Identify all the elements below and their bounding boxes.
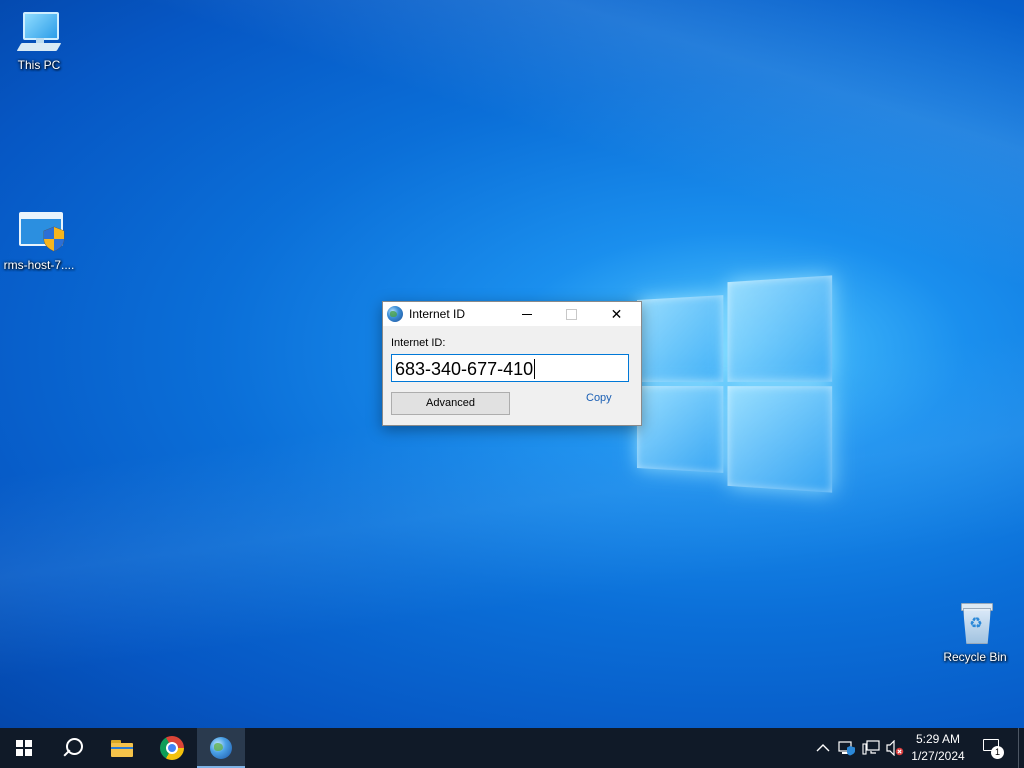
taskbar-clock[interactable]: 5:29 AM 1/27/2024 [906, 731, 970, 765]
desktop-icon-recycle-bin[interactable]: ♻ Recycle Bin [937, 600, 1013, 664]
chrome-icon [160, 736, 184, 760]
internet-id-value: 683-340-677-410 [395, 359, 534, 379]
text-caret [534, 359, 536, 379]
desktop-icon-this-pc[interactable]: This PC [1, 8, 77, 72]
this-pc-icon [15, 8, 63, 56]
globe-icon [387, 306, 403, 322]
logo-pane [637, 386, 724, 473]
network-icon [862, 740, 880, 755]
recycle-bin-icon: ♻ [951, 600, 999, 648]
wallpaper-windows-logo [637, 275, 833, 493]
notification-center-button[interactable]: 1 [982, 738, 1004, 759]
search-icon [61, 737, 83, 759]
chevron-up-icon [816, 744, 830, 752]
copy-link[interactable]: Copy [586, 392, 612, 404]
internet-id-label: Internet ID: [391, 337, 446, 349]
advanced-button[interactable]: Advanced [391, 392, 510, 415]
tray-network-shield[interactable] [838, 728, 856, 768]
network-shield-icon [838, 741, 855, 756]
logo-pane [637, 295, 724, 382]
taskbar-chrome[interactable] [148, 728, 196, 768]
tray-network[interactable] [862, 728, 880, 768]
globe-icon [210, 737, 232, 759]
start-button[interactable] [0, 728, 48, 768]
taskbar: 5:29 AM 1/27/2024 1 [0, 728, 1024, 768]
dialog-titlebar[interactable]: Internet ID ✕ [383, 302, 641, 326]
notification-count-badge: 1 [991, 746, 1004, 759]
volume-muted-icon [886, 740, 904, 756]
dialog-title: Internet ID [409, 307, 466, 321]
clock-time: 5:29 AM [915, 732, 961, 746]
search-button[interactable] [48, 728, 96, 768]
tray-overflow-button[interactable] [816, 728, 830, 768]
internet-id-field[interactable]: 683-340-677-410 [391, 354, 629, 382]
close-button[interactable]: ✕ [594, 302, 639, 326]
desktop-icon-label: rms-host-7.... [3, 258, 75, 272]
taskbar-file-explorer[interactable] [98, 728, 146, 768]
logo-pane [727, 386, 833, 493]
close-icon: ✕ [610, 305, 623, 322]
minimize-button[interactable] [504, 302, 549, 326]
internet-id-dialog: Internet ID ✕ Internet ID: 683-340-677-4… [382, 301, 642, 426]
wallpaper-light-beam [0, 0, 1024, 294]
maximize-icon [566, 308, 577, 320]
desktop-icon-label: This PC [17, 58, 61, 72]
windows-start-icon [16, 740, 32, 756]
tray-volume[interactable] [886, 728, 904, 768]
maximize-button [549, 302, 594, 326]
folder-icon [111, 739, 133, 757]
taskbar-internet-id-app[interactable] [197, 728, 245, 768]
desktop-icon-rms-host[interactable]: rms-host-7.... [1, 208, 77, 272]
show-desktop-button[interactable] [1018, 728, 1024, 768]
minimize-icon [521, 313, 532, 315]
clock-date: 1/27/2024 [911, 749, 965, 763]
logo-pane [727, 275, 833, 382]
desktop-icon-label: Recycle Bin [943, 650, 1007, 664]
installer-shield-icon [15, 208, 65, 256]
